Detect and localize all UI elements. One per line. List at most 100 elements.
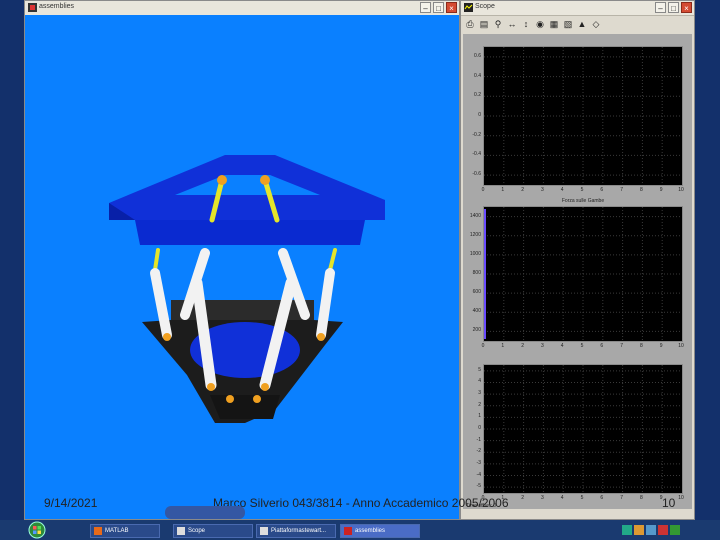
maximize-button[interactable]: □: [668, 2, 679, 13]
tray-icon[interactable]: [670, 525, 680, 535]
y-tick-label: 800: [472, 270, 481, 276]
quick-launch-bar[interactable]: [165, 506, 245, 519]
tray-icon[interactable]: [646, 525, 656, 535]
animation-viewport[interactable]: [25, 15, 459, 519]
taskbar-button-label: Scope: [188, 528, 206, 534]
close-button[interactable]: ×: [681, 2, 692, 13]
y-tick-label: 1: [478, 413, 481, 420]
y-tick-label: -0.6: [472, 171, 481, 178]
animation-window[interactable]: assemblies – □ ×: [24, 0, 460, 520]
zoom-icon[interactable]: ⚲: [492, 18, 504, 30]
app-icon: [344, 527, 352, 535]
y-tick-label: 0.2: [474, 92, 481, 99]
taskbar-button-label: assemblies: [355, 528, 386, 534]
y-tick-label: 1000: [469, 250, 481, 257]
app-icon: [260, 527, 268, 535]
scope-plot-2[interactable]: [483, 206, 683, 342]
y-tick-label: -0.2: [472, 131, 481, 138]
x-tick-label: 9: [659, 187, 663, 193]
x-tick-label: 10: [678, 495, 684, 501]
y-tick-label: 4: [478, 378, 481, 385]
x-tick-label: 1: [501, 343, 505, 349]
x-tick-label: 10: [678, 187, 684, 193]
print-icon[interactable]: ⎙: [464, 18, 476, 30]
zoom-y-icon[interactable]: ↕: [520, 18, 532, 30]
signal-selection-icon[interactable]: ◇: [590, 18, 602, 30]
zoom-x-icon[interactable]: ↔: [506, 18, 518, 30]
slide-footer-text: Marco Silverio 043/3814 - Anno Accademic…: [213, 496, 509, 510]
scope-window-title: Scope: [475, 3, 495, 10]
restore-axes-icon[interactable]: ▧: [562, 18, 574, 30]
taskbar-button[interactable]: Scope: [173, 524, 253, 538]
app-icon: [177, 527, 185, 535]
scope-window[interactable]: Scope – □ × ⎙ ▤ ⚲ ↔ ↕ ◉ ▦ ▧ ▲ ◇ Time off…: [460, 0, 695, 520]
y-tick-label: 600: [472, 289, 481, 296]
y-tick-label: -4: [476, 471, 481, 478]
autoscale-icon[interactable]: ◉: [534, 18, 546, 30]
scope-app-icon: [464, 3, 473, 12]
tray-icon[interactable]: [622, 525, 632, 535]
y-tick-label: 1200: [469, 231, 481, 238]
y-tick-label: 0: [478, 112, 481, 118]
x-tick-label: 8: [640, 343, 643, 349]
floating-scope-icon[interactable]: ▲: [576, 18, 588, 30]
y-tick-label: 200: [472, 327, 481, 334]
y-tick-label: 2: [478, 401, 481, 408]
x-tick-label: 4: [560, 343, 564, 349]
start-button[interactable]: [22, 521, 52, 539]
y-tick-label: 0.4: [474, 72, 481, 79]
x-tick-label: 2: [521, 343, 524, 349]
desktop-background-left: [0, 0, 24, 520]
x-tick-label: 6: [600, 495, 604, 501]
y-tick-label: 5: [478, 366, 481, 373]
scope-toolbar: ⎙ ▤ ⚲ ↔ ↕ ◉ ▦ ▧ ▲ ◇: [461, 15, 694, 33]
stewart-platform-render: [109, 155, 385, 423]
close-button[interactable]: ×: [446, 2, 457, 13]
minimize-button[interactable]: –: [655, 2, 666, 13]
tray-icon[interactable]: [634, 525, 644, 535]
y-tick-label: -1: [476, 436, 481, 443]
x-tick-label: 0: [481, 187, 485, 193]
parameters-icon[interactable]: ▤: [478, 18, 490, 30]
scope-plot-grid: [484, 207, 682, 341]
y-tick-label: 0.6: [474, 52, 481, 59]
x-tick-label: 3: [541, 187, 544, 193]
app-icon: [94, 527, 102, 535]
y-tick-label: 400: [472, 308, 481, 315]
taskbar-button[interactable]: assemblies: [340, 524, 420, 538]
x-tick-label: 7: [620, 343, 623, 349]
x-tick-label: 2: [521, 495, 524, 501]
y-tick-label: 1400: [469, 212, 481, 219]
x-tick-label: 1: [501, 187, 505, 193]
x-tick-label: 3: [541, 495, 544, 501]
scope-window-titlebar[interactable]: Scope – □ ×: [461, 1, 694, 16]
save-axes-icon[interactable]: ▦: [548, 18, 560, 30]
scope-plot-1[interactable]: [483, 46, 683, 186]
y-tick-label: 3: [478, 390, 481, 397]
desktop-background-right: [695, 0, 720, 520]
top-platform: [109, 155, 385, 245]
x-tick-label: 8: [640, 187, 643, 193]
taskbar-button-label: MATLAB: [105, 528, 129, 534]
x-tick-label: 4: [560, 187, 564, 193]
y-tick-label: -2: [476, 448, 481, 455]
scope-plot-grid: [484, 365, 682, 493]
x-tick-label: 5: [580, 343, 584, 349]
x-tick-label: 7: [620, 495, 623, 501]
taskbar-button[interactable]: Piattaformastewart...: [256, 524, 336, 538]
x-tick-label: 5: [580, 495, 584, 501]
taskbar-button[interactable]: MATLAB: [90, 524, 160, 538]
taskbar-button-label: Piattaformastewart...: [271, 528, 327, 534]
x-tick-label: 8: [640, 495, 643, 501]
scope-plot-grid: [484, 47, 682, 185]
x-tick-label: 6: [600, 343, 604, 349]
tray-icon[interactable]: [658, 525, 668, 535]
scope-plot-3[interactable]: [483, 364, 683, 494]
x-tick-label: 2: [521, 187, 524, 193]
maximize-button[interactable]: □: [433, 2, 444, 13]
minimize-button[interactable]: –: [420, 2, 431, 13]
y-tick-label: -5: [476, 483, 481, 490]
x-tick-label: 10: [678, 343, 684, 349]
x-tick-label: 9: [659, 343, 663, 349]
animation-window-titlebar[interactable]: assemblies – □ ×: [25, 1, 459, 16]
